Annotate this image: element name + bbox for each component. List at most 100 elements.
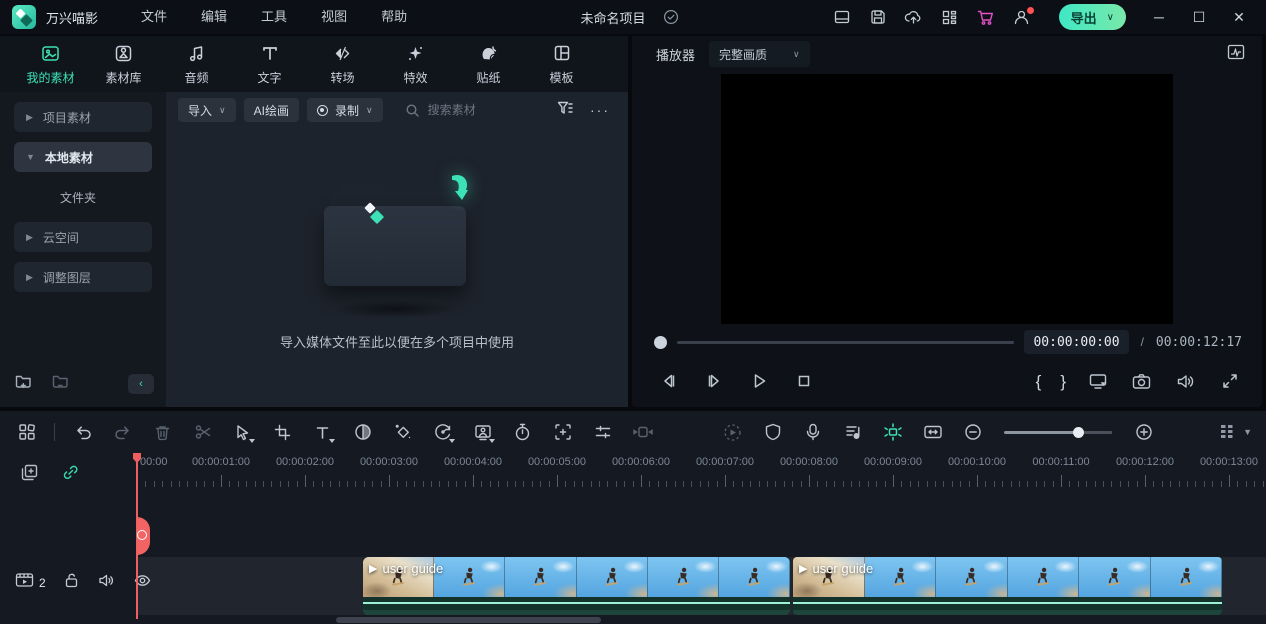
import-button[interactable]: 导入 ∨ <box>178 98 236 122</box>
split-scissors-button[interactable] <box>190 420 215 445</box>
workspace-grid-icon[interactable] <box>935 4 965 30</box>
portrait-cutout-button[interactable] <box>470 420 495 445</box>
timeline-clip[interactable]: ▶user guide <box>793 557 1222 615</box>
scopes-icon[interactable] <box>1226 43 1246 66</box>
app-logo-icon[interactable] <box>12 5 36 29</box>
cart-icon[interactable] <box>971 4 1001 30</box>
remove-folder-icon[interactable] <box>51 372 70 395</box>
stopwatch-button[interactable] <box>510 420 535 445</box>
delete-button[interactable] <box>150 420 175 445</box>
upload-cloud-icon[interactable] <box>899 4 929 30</box>
mark-out-button[interactable]: } <box>1060 373 1066 390</box>
collapse-sidebar-button[interactable]: ‹ <box>128 374 154 394</box>
lock-track-icon[interactable] <box>63 571 80 594</box>
save-icon[interactable] <box>863 4 893 30</box>
audio-mixer-button[interactable] <box>840 420 865 445</box>
adjust-properties-button[interactable] <box>590 420 615 445</box>
search-box[interactable] <box>405 103 548 118</box>
sidebar-item-local-media[interactable]: ▼ 本地素材 <box>14 142 152 172</box>
mark-in-button[interactable]: { <box>1036 373 1042 390</box>
fullscreen-button[interactable] <box>1217 369 1242 394</box>
auto-ripple-snap-button[interactable] <box>880 420 905 445</box>
track-header-column: 2 <box>0 453 136 624</box>
copyright-shield-button[interactable] <box>760 420 785 445</box>
zoom-out-button[interactable] <box>960 420 985 445</box>
sidebar-item-label: 本地素材 <box>45 149 93 166</box>
redo-button[interactable] <box>110 420 135 445</box>
timeline-ruler[interactable]: 00:0000:00:01:0000:00:02:0000:00:03:0000… <box>136 453 1266 489</box>
filter-icon[interactable] <box>556 100 574 121</box>
media-panel: 我的素材 素材库 音频 文字 转场 <box>0 36 628 407</box>
media-manager-icon[interactable] <box>14 420 39 445</box>
auto-link-icon[interactable] <box>61 463 80 487</box>
sidebar-item-cloud-space[interactable]: ▶ 云空间 <box>14 222 152 252</box>
account-icon[interactable] <box>1007 4 1037 30</box>
text-tool-button[interactable] <box>310 420 335 445</box>
timeline-zoom-slider[interactable] <box>1004 431 1112 434</box>
maximize-button[interactable]: ☐ <box>1182 2 1216 32</box>
play-button[interactable] <box>746 369 771 394</box>
trim-preview-button[interactable] <box>630 420 655 445</box>
seek-bar[interactable] <box>677 341 1014 344</box>
timeline-clip[interactable]: ▶user guide <box>363 557 790 615</box>
ruler-label: 00:00:11:00 <box>1032 456 1089 468</box>
display-device-button[interactable] <box>1085 369 1110 394</box>
zoom-to-fit-button[interactable] <box>920 420 945 445</box>
add-track-icon[interactable] <box>20 463 39 487</box>
minimize-button[interactable]: ─ <box>1142 2 1176 32</box>
quality-select[interactable]: 完整画质 ∨ <box>709 41 810 67</box>
close-button[interactable]: ✕ <box>1222 2 1256 32</box>
export-button[interactable]: 导出 ∨ <box>1059 4 1126 30</box>
menu-tools[interactable]: 工具 <box>244 0 304 34</box>
color-grading-button[interactable] <box>350 420 375 445</box>
sidebar-item-adjustment-layer[interactable]: ▶ 调整图层 <box>14 262 152 292</box>
tab-transitions[interactable]: 转场 <box>306 36 379 92</box>
render-preview-button[interactable] <box>720 420 745 445</box>
timeline-tracks-area[interactable]: 00:0000:00:01:0000:00:02:0000:00:03:0000… <box>136 453 1266 624</box>
crop-button[interactable] <box>270 420 295 445</box>
select-tool-button[interactable] <box>230 420 255 445</box>
ai-paint-button[interactable]: AI绘画 <box>244 98 299 122</box>
video-track-lane[interactable]: ▶user guide▶user guide <box>136 557 1266 615</box>
voiceover-button[interactable] <box>800 420 825 445</box>
motion-tracking-button[interactable] <box>550 420 575 445</box>
sidebar-item-folder[interactable]: 文件夹 <box>14 182 152 212</box>
snapshot-button[interactable] <box>1129 369 1154 394</box>
volume-button[interactable] <box>1173 369 1198 394</box>
track-height-control[interactable]: ▼ <box>1219 423 1252 441</box>
export-chevron-icon[interactable]: ∨ <box>1107 12 1114 23</box>
download-arrow-icon <box>422 168 474 220</box>
menu-help[interactable]: 帮助 <box>364 0 424 34</box>
add-folder-icon[interactable] <box>14 372 33 395</box>
more-options-icon[interactable]: ··· <box>590 102 610 118</box>
tab-my-media[interactable]: 我的素材 <box>14 36 87 92</box>
seek-handle[interactable] <box>654 336 667 349</box>
tab-audio[interactable]: 音频 <box>160 36 233 92</box>
mute-track-icon[interactable] <box>97 572 116 594</box>
speed-button[interactable] <box>430 420 455 445</box>
tab-label: 音频 <box>184 69 208 86</box>
horizontal-scrollbar[interactable] <box>336 617 601 623</box>
menu-view[interactable]: 视图 <box>304 0 364 34</box>
zoom-slider-thumb[interactable] <box>1073 427 1084 438</box>
video-preview[interactable] <box>721 74 1173 324</box>
menu-edit[interactable]: 编辑 <box>184 0 244 34</box>
zoom-in-button[interactable] <box>1131 420 1156 445</box>
menu-file[interactable]: 文件 <box>124 0 184 34</box>
record-button[interactable]: 录制 ∨ <box>307 98 383 122</box>
tab-stock-media[interactable]: 素材库 <box>87 36 160 92</box>
tab-text[interactable]: 文字 <box>233 36 306 92</box>
import-empty-state[interactable]: 导入媒体文件至此以便在多个项目中使用 <box>166 128 628 407</box>
stop-button[interactable] <box>791 369 816 394</box>
tab-effects[interactable]: 特效 <box>379 36 452 92</box>
keyframe-button[interactable] <box>390 420 415 445</box>
next-frame-button[interactable] <box>701 369 726 394</box>
tab-label: 模板 <box>549 69 573 86</box>
undo-button[interactable] <box>70 420 95 445</box>
sidebar-item-project-media[interactable]: ▶ 项目素材 <box>14 102 152 132</box>
tab-stickers[interactable]: 贴纸 <box>452 36 525 92</box>
tab-templates[interactable]: 模板 <box>525 36 598 92</box>
panel-layout-icon[interactable] <box>827 4 857 30</box>
search-input[interactable] <box>428 103 548 117</box>
previous-frame-button[interactable] <box>656 369 681 394</box>
